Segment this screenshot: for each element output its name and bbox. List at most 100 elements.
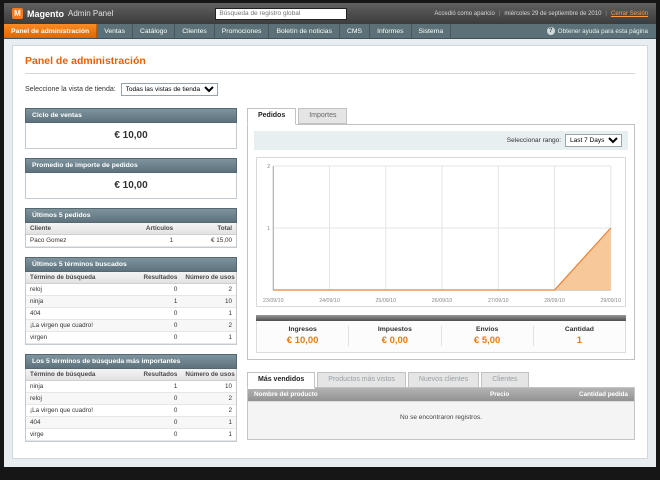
table-row[interactable]: ¡La virgen que cuadro! 0 2: [26, 319, 236, 332]
dashboard-left-column: Ciclo de ventas € 10,00 Promedio de impo…: [25, 108, 237, 442]
table-row[interactable]: ninja 1 10: [26, 295, 236, 308]
svg-text:26/09/10: 26/09/10: [432, 298, 453, 304]
last-search-terms-table: Término de búsqueda Resultados Número de u…: [26, 272, 236, 344]
table-cell: ¡La virgen que cuadro!: [26, 404, 138, 417]
total-label: Impuestos: [377, 326, 412, 333]
table-cell: 1: [181, 416, 236, 429]
table-cell: 1: [126, 234, 178, 247]
table-cell: ninja: [26, 295, 138, 308]
table-row[interactable]: 404 0 1: [26, 416, 236, 429]
table-cell: 0: [137, 392, 182, 405]
last-search-terms-box: Últimos 5 términos buscados Término de b…: [25, 257, 237, 345]
table-cell: virge: [26, 428, 138, 441]
logo-subtitle: Admin Panel: [68, 9, 114, 18]
table-cell: 404: [26, 307, 138, 320]
nav-item[interactable]: Ventas: [97, 24, 133, 38]
products-tab[interactable]: Nuevos clientes: [407, 372, 480, 388]
header-account-area: Accedió como aparicio | miércoles 29 de …: [434, 11, 648, 17]
svg-text:24/09/10: 24/09/10: [319, 298, 340, 304]
box-title: Ciclo de ventas: [25, 108, 237, 123]
table-cell: 2: [181, 319, 236, 332]
table-cell: virgen: [26, 331, 138, 344]
table-row[interactable]: virge 0 1: [26, 428, 236, 441]
box-title: Últimos 5 pedidos: [25, 208, 237, 223]
range-bar: Seleccionar rango: Last 7 Days: [254, 131, 628, 150]
column-header: Resultados: [137, 369, 182, 381]
total-value: € 5,00: [473, 335, 501, 346]
table-cell: 0: [137, 283, 182, 296]
svg-text:2: 2: [267, 164, 270, 170]
logout-link[interactable]: Cerrar Sesión: [611, 11, 648, 17]
nav-item[interactable]: Promociones: [215, 24, 270, 38]
total-value: 1: [576, 335, 583, 346]
column-header: Cliente: [26, 223, 127, 235]
column-header: Resultados: [137, 272, 182, 284]
range-label: Seleccionar rango:: [506, 137, 561, 144]
nav-item[interactable]: Clientes: [175, 24, 215, 38]
average-order-box: Promedio de importe de pedidos € 10,00: [25, 158, 237, 199]
table-cell: 1: [181, 428, 236, 441]
separator: |: [498, 10, 501, 17]
box-title: Últimos 5 términos buscados: [25, 257, 237, 272]
svg-text:27/09/10: 27/09/10: [488, 298, 509, 304]
table-row[interactable]: virgen 0 1: [26, 331, 236, 344]
column-header: Nombre del producto: [254, 391, 318, 398]
table-cell: 10: [181, 295, 236, 308]
store-view-switcher: Seleccione la vista de tienda: Todas las…: [25, 83, 635, 96]
main-nav: Panel de administración Ventas Catálogo Cli…: [4, 24, 656, 39]
table-cell: 0: [137, 416, 182, 429]
nav-item[interactable]: Informes: [370, 24, 412, 38]
totals-row: Ingresos € 10,00 Impuestos € 0,00 Envíos € 5,…: [256, 321, 626, 353]
svg-text:23/09/10: 23/09/10: [263, 298, 284, 304]
header-date: miércoles 29 de septiembre de 2010: [504, 10, 602, 17]
svg-text:28/09/10: 28/09/10: [544, 298, 565, 304]
nav-item[interactable]: CMS: [340, 24, 371, 38]
orders-panel: Seleccionar rango: Last 7 Days 1 2 23/09/1…: [247, 124, 635, 360]
table-row[interactable]: ninja 1 10: [26, 380, 236, 393]
nav-item[interactable]: Panel de administración: [4, 24, 98, 38]
table-cell: 1: [181, 331, 236, 344]
dashboard-right-column: Pedidos Importes Seleccionar rango: Last …: [247, 108, 635, 442]
lifetime-sales-box: Ciclo de ventas € 10,00: [25, 108, 237, 149]
app-header: M Magento Admin Panel Accedió como apari…: [4, 3, 656, 24]
logged-in-as-text: Accedió como aparicio: [434, 10, 495, 17]
table-cell: 0: [137, 404, 182, 417]
table-cell: 0: [137, 428, 182, 441]
products-tab[interactable]: Más vendidos: [247, 372, 316, 389]
products-tabs: Más vendidos Productos más vistos Nuevos c…: [247, 372, 635, 389]
nav-item[interactable]: Catálogo: [133, 24, 176, 38]
help-link[interactable]: ? Obtener ayuda para esta página: [546, 24, 656, 38]
table-cell: 2: [181, 283, 236, 296]
dashboard-tab[interactable]: Importes: [298, 108, 348, 124]
products-tab[interactable]: Productos más vistos: [317, 372, 406, 388]
table-row[interactable]: reloj 0 2: [26, 283, 236, 296]
range-select[interactable]: Last 7 Days: [565, 134, 622, 147]
nav-item[interactable]: Sistema: [412, 24, 452, 38]
dashboard-tabs: Pedidos Importes: [247, 108, 635, 125]
table-cell: 404: [26, 416, 138, 429]
products-grid: Nombre del producto Precio Cantidad pedida…: [247, 387, 635, 440]
main-nav-items: Panel de administración Ventas Catálogo Cli…: [4, 24, 452, 38]
table-cell: 1: [137, 295, 182, 308]
browser-frame: M Magento Admin Panel Accedió como apari…: [0, 0, 660, 480]
total-label: Envíos: [475, 326, 499, 333]
dashboard-total: Envíos € 5,00: [440, 326, 533, 346]
box-title: Los 5 términos de búsqueda más important…: [25, 354, 237, 369]
table-row[interactable]: 404 0 1: [26, 307, 236, 320]
table-cell: 0: [137, 319, 182, 332]
products-tab[interactable]: Clientes: [481, 372, 529, 388]
table-row[interactable]: reloj 0 2: [26, 392, 236, 405]
table-cell: 2: [181, 392, 236, 405]
store-view-select[interactable]: Todas las vistas de tienda: [120, 83, 218, 96]
column-header: Precio: [490, 391, 510, 398]
table-row[interactable]: Paco Gomez 1 € 15,00: [26, 234, 236, 247]
total-value: € 10,00: [286, 335, 319, 346]
dashboard-card: Panel de administración Seleccione la vi…: [12, 45, 648, 459]
nav-item[interactable]: Boletín de noticias: [269, 24, 340, 38]
magento-logo-icon: M: [12, 8, 23, 19]
dashboard-tab[interactable]: Pedidos: [247, 108, 297, 125]
global-search-input[interactable]: [215, 7, 348, 20]
store-view-label: Seleccione la vista de tienda:: [25, 86, 116, 93]
table-row[interactable]: ¡La virgen que cuadro! 0 2: [26, 404, 236, 417]
magento-logo: M Magento Admin Panel: [12, 8, 113, 19]
